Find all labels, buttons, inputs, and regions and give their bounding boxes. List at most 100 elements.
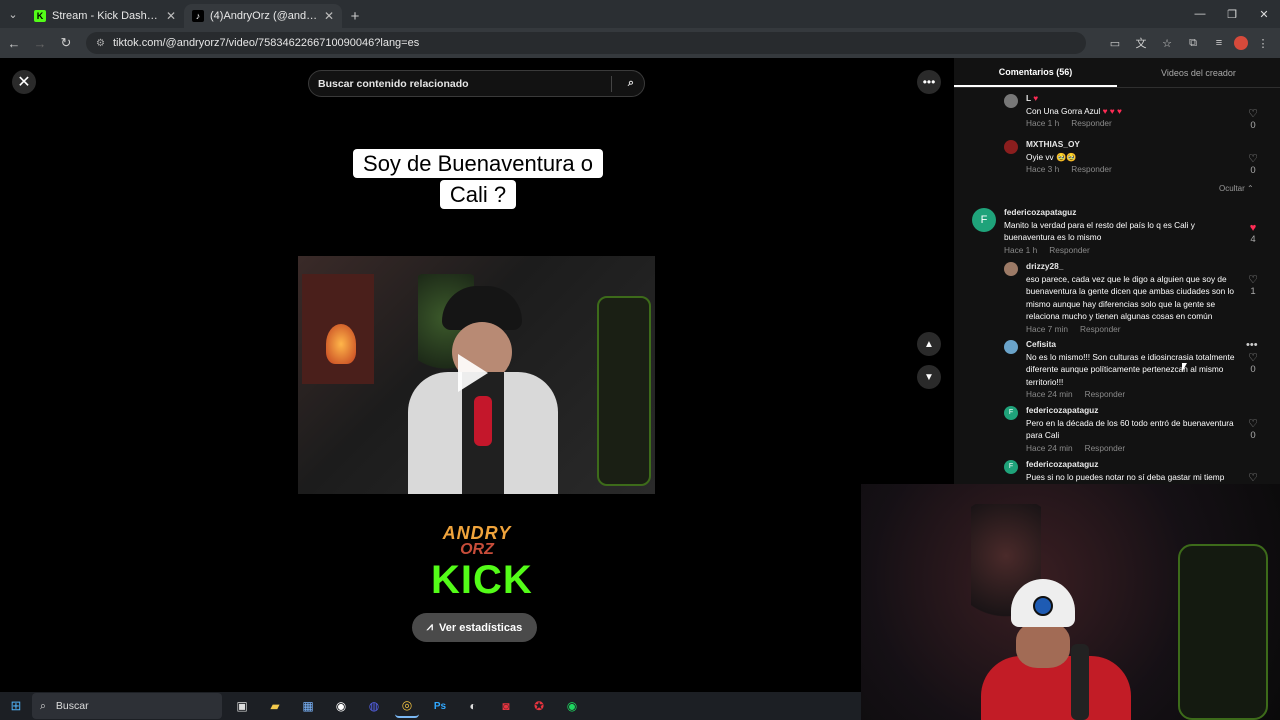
hide-replies-link[interactable]: Ocultar ⌃ <box>1219 184 1254 193</box>
search-app-icon[interactable]: ◉ <box>329 694 353 718</box>
stats-label: Ver estadísticas <box>439 621 523 634</box>
like-button[interactable]: ♡ <box>1246 472 1260 484</box>
previous-video-icon[interactable]: ▲ <box>917 332 941 356</box>
avatar[interactable] <box>1004 340 1018 354</box>
microphone-image <box>474 396 492 446</box>
site-info-icon[interactable]: ⚙ <box>96 38 105 49</box>
url-input[interactable]: ⚙ tiktok.com/@andryorz7/video/7583462266… <box>86 32 1086 54</box>
reply-link[interactable]: Responder <box>1080 324 1121 334</box>
comment-text: Manito la verdad para el resto del país … <box>1004 219 1195 243</box>
reply-link[interactable]: Responder <box>1071 118 1112 128</box>
close-video-icon[interactable]: ✕ <box>12 70 36 94</box>
toolbar-icons: ▭ 文 ☆ ⧉ ≡ ⋮ <box>1104 31 1274 55</box>
chrome-icon[interactable]: ◎ <box>395 694 419 718</box>
avatar[interactable] <box>1004 140 1018 154</box>
like-button[interactable]: ♡ 0 <box>1246 108 1260 132</box>
avatar[interactable] <box>1004 262 1018 276</box>
related-search-input[interactable]: Buscar contenido relacionado ⌕ <box>308 70 645 97</box>
tab-close-icon[interactable]: ✕ <box>324 9 334 23</box>
tab-creator-videos[interactable]: Videos del creador <box>1117 58 1280 87</box>
store-icon[interactable]: ▦ <box>296 694 320 718</box>
forward-icon[interactable]: → <box>28 31 52 55</box>
fire-image <box>326 324 356 364</box>
comment-options-icon[interactable]: ••• <box>1246 339 1258 351</box>
taskbar-search-label: Buscar <box>55 700 89 712</box>
spotify-icon[interactable]: ◉ <box>560 694 584 718</box>
like-button[interactable]: ♡ 0 <box>1246 418 1260 442</box>
taskbar-search-input[interactable]: ⌕ Buscar <box>32 693 222 719</box>
caption-text: Soy de Buenaventura o Cali ? <box>353 149 603 209</box>
tab-search-chevron-icon[interactable]: ⌄ <box>0 0 26 28</box>
view-stats-button[interactable]: ⩘ Ver estadísticas <box>412 613 537 642</box>
reload-icon[interactable]: ↻ <box>54 31 78 55</box>
url-text: tiktok.com/@andryorz7/video/758346226671… <box>112 37 420 49</box>
comment-username[interactable]: Cefisita <box>1026 338 1238 351</box>
like-button[interactable]: ♡ 0 <box>1246 352 1260 376</box>
app-red-icon[interactable]: ◙ <box>494 694 518 718</box>
app-red-icon-2[interactable]: ✪ <box>527 694 551 718</box>
comment-username[interactable]: MXTHIAS_OY <box>1026 138 1234 151</box>
fireplace-tv <box>302 274 374 384</box>
comment-username[interactable]: federicozapataguz <box>1004 206 1238 219</box>
comment-username[interactable]: L ♥ <box>1026 92 1234 105</box>
window-close-icon[interactable]: ✕ <box>1248 0 1280 28</box>
file-explorer-icon[interactable]: ▰ <box>263 694 287 718</box>
logo-line-3: KICK <box>431 558 533 602</box>
play-icon[interactable] <box>458 354 488 392</box>
reply-link[interactable]: Responder <box>1085 443 1126 453</box>
cast-icon[interactable]: ▭ <box>1104 31 1126 55</box>
task-view-icon[interactable]: ▣ <box>230 694 254 718</box>
like-button[interactable]: ♡ 0 <box>1246 153 1260 177</box>
media-icon[interactable]: ≡ <box>1208 31 1230 55</box>
comment-username[interactable]: federicozapataguz <box>1026 404 1238 417</box>
profile-avatar[interactable] <box>1234 36 1248 50</box>
logo-line-1: ANDRY <box>442 523 512 543</box>
bookmark-star-icon[interactable]: ☆ <box>1156 31 1178 55</box>
comment-username[interactable]: federicozapataguz <box>1026 458 1238 471</box>
search-icon: ⌕ <box>40 699 46 712</box>
video-frame[interactable] <box>298 256 655 494</box>
windows-start-icon[interactable]: ⊞ <box>0 692 32 720</box>
reply-link[interactable]: Responder <box>1085 389 1126 399</box>
panel-tabs: Comentarios (56) Videos del creador <box>954 58 1280 88</box>
tab-close-icon[interactable]: ✕ <box>166 9 176 23</box>
microphone-image <box>1071 644 1089 720</box>
face-image <box>1016 622 1070 668</box>
photoshop-icon[interactable]: Ps <box>428 694 452 718</box>
comment-item: Cefisita No es lo mismo!!! Son culturas … <box>1004 338 1238 401</box>
restore-icon[interactable]: ❐ <box>1216 0 1248 28</box>
more-options-icon[interactable]: ••• <box>917 70 941 94</box>
search-divider <box>611 76 612 92</box>
search-icon[interactable]: ⌕ <box>628 77 634 90</box>
reply-link[interactable]: Responder <box>1071 164 1112 174</box>
browser-menu-icon[interactable]: ⋮ <box>1252 31 1274 55</box>
mouse-cursor <box>1182 363 1187 372</box>
video-caption: Soy de Buenaventura o Cali ? <box>337 148 619 210</box>
back-icon[interactable]: ← <box>2 31 26 55</box>
discord-icon[interactable]: ◍ <box>362 694 386 718</box>
reply-link[interactable]: Responder <box>1049 245 1090 255</box>
tab-comments[interactable]: Comentarios (56) <box>954 58 1117 87</box>
tab-tiktok[interactable]: ♪ (4)AndryOrz (@andryorz7) | TikTok ✕ <box>184 4 342 28</box>
avatar[interactable] <box>1004 94 1018 108</box>
avatar[interactable]: F <box>972 208 996 232</box>
like-button[interactable]: ♡ 1 <box>1246 274 1260 298</box>
avatar[interactable]: F <box>1004 460 1018 474</box>
comment-username[interactable]: drizzy28_ <box>1026 260 1238 273</box>
translate-icon[interactable]: 文 <box>1130 31 1152 55</box>
extensions-icon[interactable]: ⧉ <box>1182 31 1204 55</box>
minimize-icon[interactable]: — <box>1184 0 1216 28</box>
obs-icon[interactable]: ◐ <box>461 694 485 718</box>
avatar[interactable]: F <box>1004 406 1018 420</box>
video-player[interactable]: Buscar contenido relacionado ⌕ Soy de Bu… <box>298 58 655 692</box>
webcam-overlay <box>861 484 1280 720</box>
comment-text: No es lo mismo!!! Son culturas e idiosin… <box>1026 351 1235 387</box>
new-tab-icon[interactable]: + <box>342 4 368 28</box>
comment-item: F federicozapataguz Pero en la década de… <box>1004 404 1238 454</box>
tab-kick-dashboard[interactable]: K Stream - Kick Dashboard ✕ <box>26 4 184 28</box>
like-button[interactable]: ♥ 4 <box>1246 222 1260 246</box>
comment-text: Con Una Gorra Azul ♥ ♥ ♥ <box>1026 105 1122 116</box>
next-video-icon[interactable]: ▼ <box>917 365 941 389</box>
heart-icon: ♡ <box>1248 274 1258 286</box>
comment-meta: Hace 3 h Responder <box>1026 164 1112 175</box>
